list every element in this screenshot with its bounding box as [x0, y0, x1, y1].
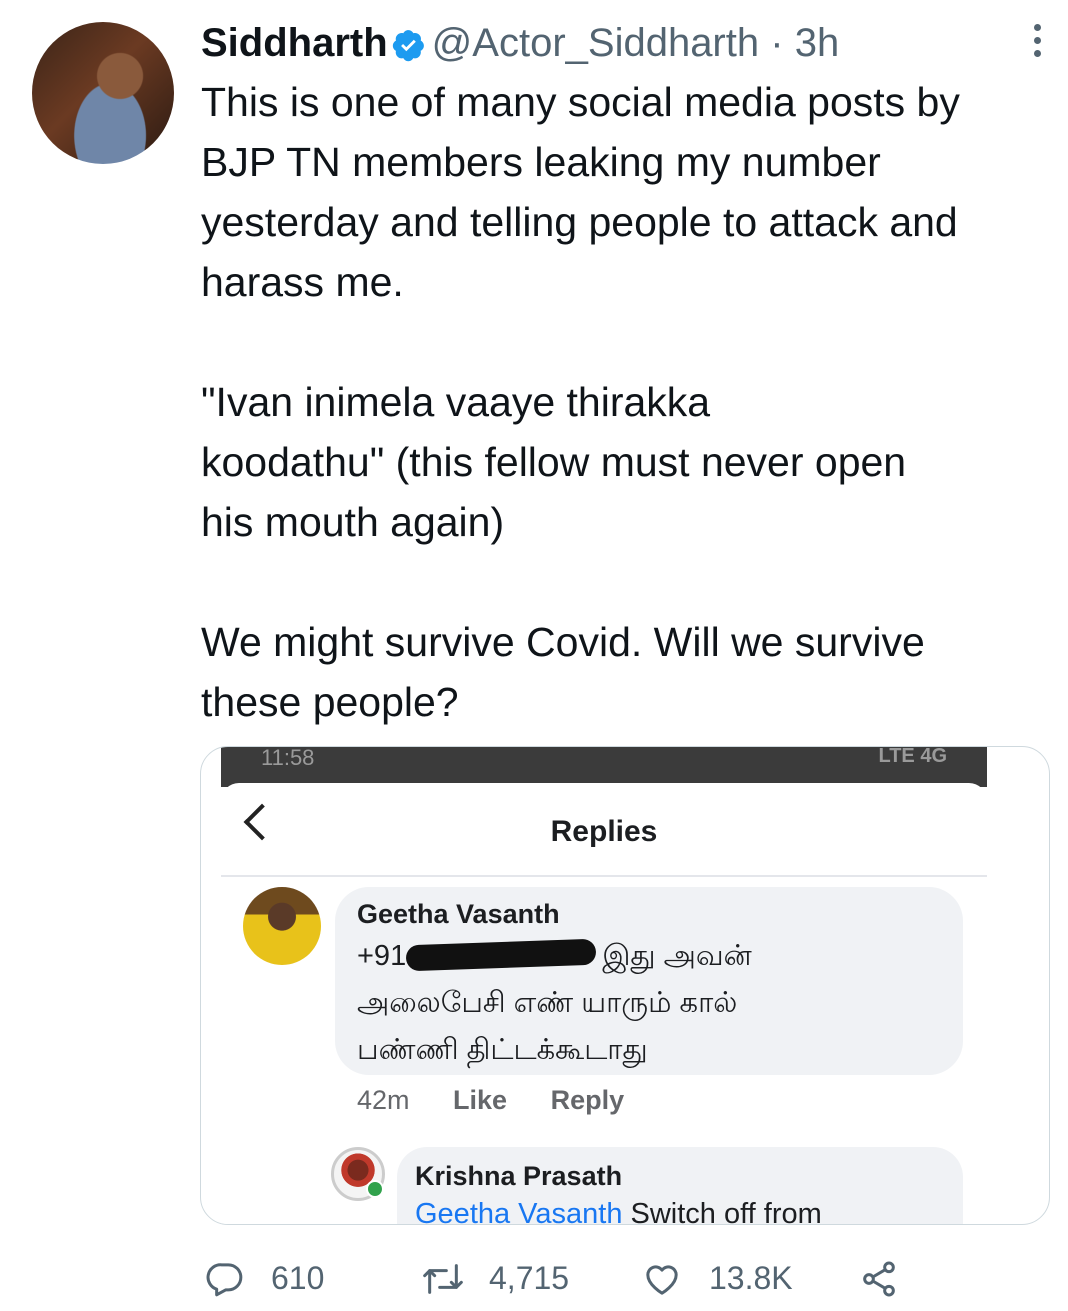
share-icon — [863, 1261, 895, 1297]
phone-status-bar: 11:58 LTE 4G — [221, 747, 987, 787]
author-handle[interactable]: @Actor_Siddharth — [432, 21, 759, 65]
share-button[interactable] — [859, 1256, 909, 1300]
like-count: 13.8K — [709, 1260, 793, 1296]
tweet-header: Siddharth @Actor_Siddharth · 3h — [201, 18, 1048, 68]
tweet-media-image[interactable]: 11:58 LTE 4G Replies Geetha Vasanth +91 இ… — [200, 746, 1050, 1225]
more-options-icon[interactable] — [1032, 24, 1042, 60]
phone-prefix: +91 — [357, 940, 407, 972]
author-avatar[interactable] — [32, 22, 174, 164]
replies-title: Replies — [550, 815, 658, 848]
retweet-icon — [423, 1264, 463, 1294]
status-network: LTE 4G — [878, 746, 947, 767]
reply-body: Switch off from — [622, 1198, 822, 1225]
comment-line1: இது அவன் — [602, 940, 752, 972]
online-indicator-icon — [366, 1180, 384, 1198]
header-separator: · — [770, 21, 784, 65]
replies-panel: Replies Geetha Vasanth +91 இது அவன் அலைபே… — [221, 783, 987, 1225]
reply-mention: Geetha Vasanth — [415, 1198, 623, 1225]
like-link: Like — [453, 1085, 508, 1115]
comment-line2: அலைபேசி எண் யாரும் கால் — [357, 987, 738, 1019]
comment-actions: 42m Like Reply — [357, 1085, 660, 1116]
divider — [221, 875, 987, 877]
reply-link: Reply — [550, 1085, 625, 1115]
reply-avatar — [331, 1147, 385, 1201]
comment-line3: பண்ணி திட்டக்கூடாது — [357, 1034, 648, 1066]
reply-text: Geetha Vasanth Switch off from — [415, 1191, 822, 1225]
redaction-mark — [405, 938, 597, 972]
reply-count: 610 — [271, 1260, 325, 1296]
commenter-avatar — [243, 887, 321, 965]
status-time: 11:58 — [261, 746, 315, 770]
author-name[interactable]: Siddharth — [201, 21, 388, 65]
retweet-button[interactable]: 4,715 — [421, 1256, 611, 1300]
comment-age: 42m — [357, 1085, 410, 1115]
tweet-actions-bar: 610 4,715 13.8K — [205, 1256, 965, 1300]
like-button[interactable]: 13.8K — [641, 1256, 841, 1300]
reply-bubble: Krishna Prasath Geetha Vasanth Switch of… — [397, 1147, 963, 1225]
reply-author: Krishna Prasath — [415, 1161, 623, 1191]
verified-badge-icon — [392, 30, 424, 62]
tweet-text: This is one of many social media posts b… — [201, 79, 960, 725]
reply-icon — [206, 1263, 243, 1297]
like-heart-icon — [646, 1265, 678, 1295]
retweet-count: 4,715 — [489, 1260, 570, 1296]
comment-bubble: Geetha Vasanth +91 இது அவன் அலைபேசி எண் ய… — [335, 887, 963, 1075]
comment-text: +91 இது அவன் அலைபேசி எண் யாரும் கால் பண்ண… — [357, 933, 752, 1074]
tweet-time[interactable]: 3h — [795, 21, 840, 65]
comment-author: Geetha Vasanth — [357, 899, 560, 929]
reply-button[interactable]: 610 — [205, 1256, 375, 1300]
